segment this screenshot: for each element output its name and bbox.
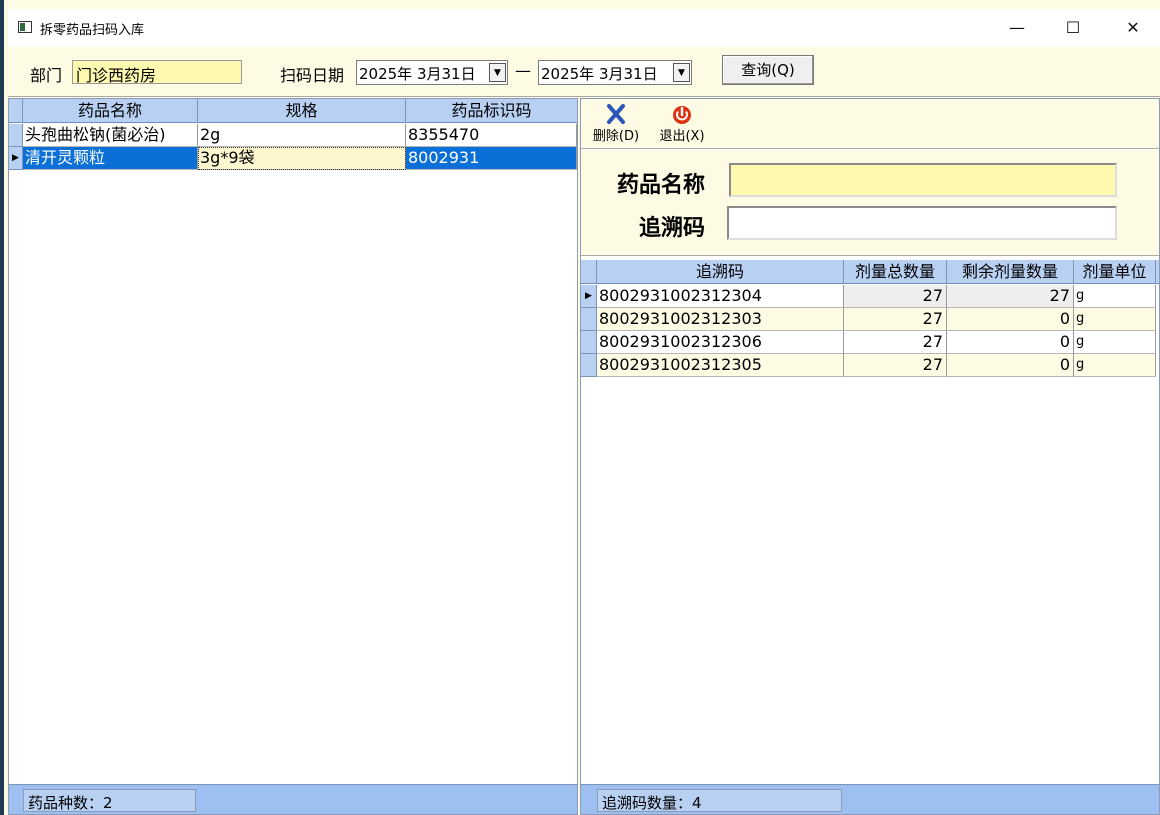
- row-selector[interactable]: [581, 331, 597, 354]
- remain-qty-cell: 27: [947, 285, 1074, 308]
- delete-button[interactable]: 删除(D): [587, 103, 645, 144]
- trace-panel: 删除(D) 退出(X) 药品名称 追溯码 追溯码 剂量总数量 剩余剂量数量 剂量…: [580, 98, 1160, 815]
- trace-code-count: 追溯码数量：4: [597, 789, 842, 812]
- unit-cell: g: [1074, 331, 1156, 354]
- drug-grid-header: 药品名称 规格 药品标识码: [9, 99, 577, 123]
- table-row[interactable]: 8002931002312305 27 0 g: [581, 354, 1156, 377]
- spec-cell: 3g*9袋: [198, 147, 406, 170]
- trace-code-cell: 8002931002312306: [597, 331, 844, 354]
- drug-name-label: 药品名称: [617, 172, 706, 198]
- chevron-down-icon[interactable]: ▼: [673, 63, 690, 82]
- col-unit[interactable]: 剂量单位: [1074, 260, 1156, 284]
- row-selector[interactable]: [581, 354, 597, 377]
- table-row[interactable]: 8002931002312303 27 0 g: [581, 308, 1156, 331]
- col-trace-code[interactable]: 追溯码: [597, 260, 844, 284]
- trace-grid-header: 追溯码 剂量总数量 剩余剂量数量 剂量单位: [581, 260, 1159, 284]
- app-window: 拆零药品扫码入库 — ☐ ✕ 部门 门诊西药房 扫码日期 2025年 3月31日…: [0, 0, 1160, 815]
- power-icon: [673, 106, 691, 124]
- row-selector-header: [581, 260, 597, 284]
- drug-list-footer: 药品种数：2: [9, 784, 577, 814]
- drug-list-panel: 药品名称 规格 药品标识码 头孢曲松钠(菌必治) 2g 8355470 ▶ 清开…: [8, 98, 578, 815]
- filter-bar: 部门 门诊西药房 扫码日期 2025年 3月31日 ▼ — 2025年 3月31…: [8, 47, 1160, 97]
- trace-code-cell: 8002931002312304: [597, 285, 844, 308]
- exit-label: 退出(X): [659, 129, 705, 144]
- row-selector-header: [9, 99, 23, 123]
- trace-code-input[interactable]: [727, 206, 1117, 240]
- dept-field[interactable]: 门诊西药房: [72, 60, 242, 85]
- col-spec[interactable]: 规格: [198, 99, 406, 123]
- dept-label: 部门: [30, 66, 63, 85]
- unit-cell: g: [1074, 308, 1156, 331]
- remain-qty-cell: 0: [947, 354, 1074, 377]
- drug-name-cell: 头孢曲松钠(菌必治): [23, 124, 198, 147]
- exit-button[interactable]: 退出(X): [653, 103, 711, 144]
- table-row[interactable]: ▶ 8002931002312304 27 27 g: [581, 285, 1156, 308]
- total-qty-cell: 27: [844, 331, 947, 354]
- window-title: 拆零药品扫码入库: [40, 23, 145, 38]
- drug-name-input[interactable]: [729, 163, 1117, 197]
- drug-count: 药品种数：2: [23, 789, 196, 812]
- current-row-pointer-icon[interactable]: ▶: [9, 147, 23, 170]
- col-total-qty[interactable]: 剂量总数量: [844, 260, 947, 284]
- toolbar: 删除(D) 退出(X): [581, 99, 1159, 149]
- drug-name-cell: 清开灵颗粒: [23, 147, 198, 170]
- trace-list-footer: 追溯码数量：4: [581, 784, 1159, 814]
- unit-cell: g: [1074, 285, 1156, 308]
- spec-cell: 2g: [198, 124, 406, 147]
- minimize-button[interactable]: —: [994, 13, 1040, 43]
- chevron-down-icon[interactable]: ▼: [489, 63, 506, 82]
- scan-date-label: 扫码日期: [280, 66, 345, 85]
- total-qty-cell: 27: [844, 354, 947, 377]
- x-icon: [607, 104, 625, 124]
- row-selector[interactable]: [9, 124, 23, 147]
- maximize-button[interactable]: ☐: [1050, 13, 1096, 43]
- date-to-value: 2025年 3月31日: [541, 65, 658, 83]
- title-bar: 拆零药品扫码入库 — ☐ ✕: [8, 9, 1160, 47]
- total-qty-cell: 27: [844, 285, 947, 308]
- col-drug-code[interactable]: 药品标识码: [406, 99, 577, 123]
- row-selector[interactable]: [581, 308, 597, 331]
- current-row-pointer-icon[interactable]: ▶: [581, 285, 597, 308]
- table-row[interactable]: ▶ 清开灵颗粒 3g*9袋 8002931: [9, 147, 577, 170]
- remain-qty-cell: 0: [947, 331, 1074, 354]
- date-from-value: 2025年 3月31日: [359, 65, 476, 83]
- date-from-picker[interactable]: 2025年 3月31日 ▼: [356, 60, 508, 85]
- close-button[interactable]: ✕: [1110, 13, 1156, 43]
- col-remain-qty[interactable]: 剩余剂量数量: [947, 260, 1074, 284]
- code-cell: 8002931: [406, 147, 577, 170]
- total-qty-cell: 27: [844, 308, 947, 331]
- code-cell: 8355470: [406, 124, 577, 147]
- date-to-picker[interactable]: 2025年 3月31日 ▼: [538, 60, 692, 85]
- col-drug-name[interactable]: 药品名称: [23, 99, 198, 123]
- table-row[interactable]: 头孢曲松钠(菌必治) 2g 8355470: [9, 124, 577, 147]
- date-separator: —: [515, 61, 531, 80]
- delete-label: 删除(D): [592, 129, 640, 144]
- trace-code-cell: 8002931002312303: [597, 308, 844, 331]
- query-button[interactable]: 查询(Q): [722, 55, 814, 85]
- trace-code-label: 追溯码: [639, 215, 706, 241]
- table-row[interactable]: 8002931002312306 27 0 g: [581, 331, 1156, 354]
- trace-code-cell: 8002931002312305: [597, 354, 844, 377]
- remain-qty-cell: 0: [947, 308, 1074, 331]
- unit-cell: g: [1074, 354, 1156, 377]
- entry-form: 药品名称 追溯码: [581, 150, 1159, 256]
- app-icon: [18, 21, 32, 33]
